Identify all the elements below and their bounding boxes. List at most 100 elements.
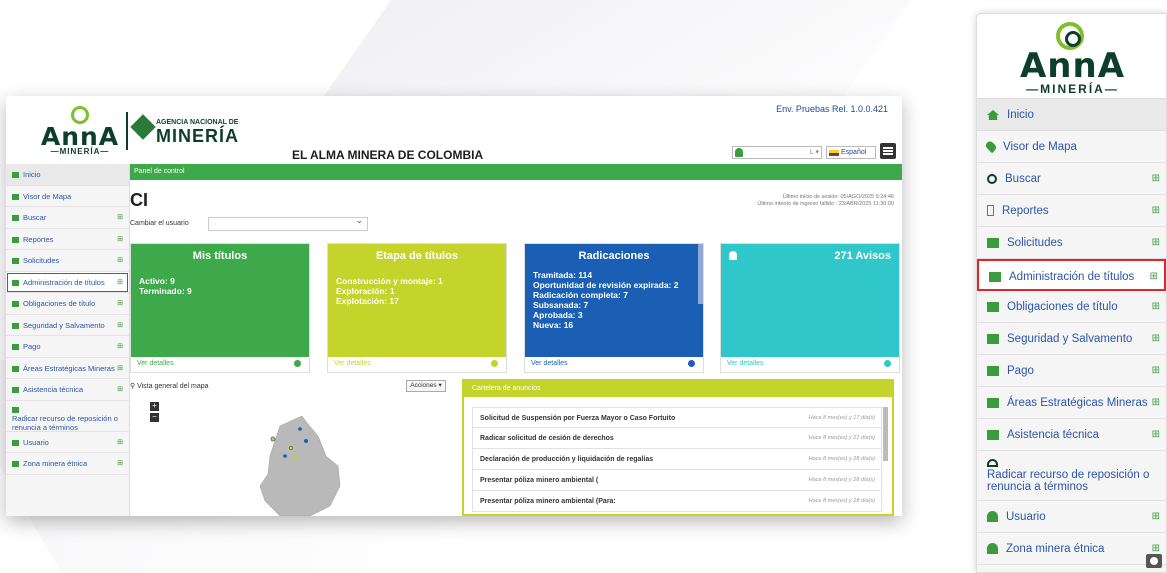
- sidebar-item-administracion-de-titulos[interactable]: Administración de títulos ⊞: [977, 259, 1166, 291]
- map-view[interactable]: + −: [130, 396, 450, 516]
- list-icon: [987, 397, 999, 408]
- bell-icon: [729, 251, 737, 260]
- sidebar-item-buscar[interactable]: Buscar ⊞: [6, 207, 129, 229]
- sidebar-item-obligaciones-de-titulo[interactable]: Obligaciones de título ⊞: [6, 293, 129, 315]
- expand-icon[interactable]: ⊞: [117, 315, 123, 336]
- expand-icon[interactable]: ⊞: [1152, 419, 1160, 451]
- sidebar-item-administracion-de-titulos[interactable]: Administración de títulos ⊞: [6, 271, 129, 293]
- expand-icon[interactable]: ⊞: [117, 229, 123, 250]
- expand-icon[interactable]: ⊞: [1152, 195, 1160, 227]
- footer-label: Ver detalles: [334, 360, 371, 367]
- hamburger-menu-button[interactable]: [880, 143, 896, 159]
- language-label: Español: [841, 149, 867, 156]
- announcement-text: Declaración de producción y liquidación …: [480, 456, 654, 463]
- announcement-time: Hace 8 mes(es) y 28 día(s): [808, 477, 875, 483]
- sidebar-item-asistencia-tecnica[interactable]: Asistencia técnica ⊞: [6, 379, 129, 401]
- sidebar-item-label: Reportes: [23, 234, 54, 244]
- footer-label: Ver detalles: [531, 360, 568, 367]
- page-title: CI: [130, 190, 148, 210]
- expand-icon[interactable]: ⊞: [1152, 387, 1160, 419]
- expand-icon[interactable]: ⊞: [117, 272, 123, 293]
- sidebar-item-label: Asistencia técnica: [1007, 429, 1100, 441]
- expand-icon[interactable]: ⊞: [1152, 227, 1160, 259]
- sidebar-item-inicio[interactable]: Inicio: [6, 164, 129, 186]
- sidebar-item-reportes[interactable]: Reportes ⊞: [977, 195, 1166, 227]
- expand-icon[interactable]: ⊞: [1152, 355, 1160, 387]
- sidebar-item-usuario[interactable]: Usuario ⊞: [6, 432, 129, 453]
- sidebar-item-asistencia-tecnica[interactable]: Asistencia técnica ⊞: [977, 419, 1166, 451]
- change-user-select[interactable]: [208, 215, 368, 231]
- sidebar-item-solicitudes[interactable]: Solicitudes ⊞: [977, 227, 1166, 259]
- card-title: Etapa de títulos: [376, 250, 458, 262]
- expand-icon[interactable]: ⊞: [1152, 501, 1160, 533]
- sidebar-item-label: Solicitudes: [23, 256, 60, 265]
- expand-icon[interactable]: ⊞: [117, 207, 123, 228]
- announcements-scrollbar[interactable]: [883, 407, 888, 461]
- sidebar-item-radicar-recurso[interactable]: Radicar recurso de reposición o renuncia…: [6, 401, 129, 432]
- announcement-row[interactable]: Solicitud de Suspensión por Fuerza Mayor…: [472, 407, 882, 428]
- helmet-icon: [987, 459, 998, 467]
- grid-icon: [12, 301, 19, 308]
- sidebar-item-label: Administración de títulos: [1009, 271, 1135, 283]
- users-icon: [12, 461, 19, 468]
- sidebar-item-label: Zona minera étnica: [23, 459, 88, 468]
- user-selector[interactable]: L ▾: [732, 146, 822, 159]
- user-icon: [12, 439, 19, 446]
- announcement-text: Radicar solicitud de cesión de derechos: [480, 435, 614, 442]
- sidebar-item-areas-estrategicas-mineras[interactable]: Áreas Estratégicas Mineras ⊞: [977, 387, 1166, 419]
- sidebar-item-reportes[interactable]: Reportes ⊞: [6, 229, 129, 250]
- ver-detalles-link[interactable]: Ver detalles: [721, 355, 899, 372]
- list-icon: [987, 429, 999, 440]
- expand-icon[interactable]: ⊞: [117, 432, 123, 453]
- expand-icon[interactable]: ⊞: [117, 453, 123, 474]
- sidebar-item-pago[interactable]: Pago ⊞: [6, 336, 129, 358]
- sidebar-item-zona-minera-etnica[interactable]: Zona minera étnica ⊞: [6, 453, 129, 475]
- card-scrollbar[interactable]: [698, 244, 703, 304]
- expand-icon[interactable]: ⊞: [1152, 323, 1160, 355]
- sidebar-item-label: Obligaciones de título: [1007, 301, 1118, 313]
- expand-icon[interactable]: ⊞: [117, 250, 123, 271]
- sidebar-item-visor-de-mapa[interactable]: Visor de Mapa: [6, 186, 129, 207]
- expand-icon[interactable]: ⊞: [117, 336, 123, 357]
- sidebar-item-usuario[interactable]: Usuario ⊞: [977, 501, 1166, 533]
- acciones-button[interactable]: Acciones ▾: [406, 380, 446, 392]
- sidebar-item-obligaciones-de-titulo[interactable]: Obligaciones de título ⊞: [977, 291, 1166, 323]
- announcement-row[interactable]: Presentar póliza minero ambiental (Hace …: [472, 470, 882, 491]
- card-line: Exploración: 1: [336, 286, 395, 296]
- sidebar-item-pago[interactable]: Pago ⊞: [977, 355, 1166, 387]
- ver-detalles-link[interactable]: Ver detalles: [131, 355, 309, 372]
- sidebar-item-areas-estrategicas-mineras[interactable]: Áreas Estratégicas Mineras ⊞: [6, 358, 129, 379]
- sidebar-item-buscar[interactable]: Buscar ⊞: [977, 163, 1166, 195]
- sidebar-item-visor-de-mapa[interactable]: Visor de Mapa: [977, 131, 1166, 163]
- collapse-sidebar-button[interactable]: [1146, 554, 1162, 568]
- anna-logo-sub: —MINERÍA—: [1026, 82, 1119, 96]
- sidebar-item-solicitudes[interactable]: Solicitudes ⊞: [6, 250, 129, 272]
- sidebar-item-inicio[interactable]: Inicio: [977, 99, 1166, 131]
- announcement-row[interactable]: Presentar póliza minero ambiental (Para:…: [472, 491, 882, 512]
- announcement-row[interactable]: Declaración de producción y liquidación …: [472, 449, 882, 470]
- announcement-row[interactable]: Radicar solicitud de cesión de derechos H…: [472, 428, 882, 449]
- expand-icon[interactable]: ⊞: [1152, 163, 1160, 195]
- sidebar-item-seguridad-y-salvamento[interactable]: Seguridad y Salvamento ⊞: [977, 323, 1166, 355]
- card-line: Oportunidad de revisión expirada: 2: [533, 280, 679, 290]
- header: AnnA —MINERÍA— AGENCIA NACIONAL DE MINER…: [6, 96, 902, 164]
- list-icon: [12, 365, 19, 372]
- expand-icon[interactable]: ⊞: [117, 358, 123, 379]
- sidebar-item-label: Asistencia técnica: [23, 385, 84, 394]
- sidebar-item-seguridad-y-salvamento[interactable]: Seguridad y Salvamento ⊞: [6, 315, 129, 336]
- expand-icon[interactable]: ⊞: [1150, 261, 1158, 293]
- sidebar-item-zona-minera-etnica[interactable]: Zona minera étnica ⊞: [977, 533, 1166, 565]
- ver-detalles-link[interactable]: Ver detalles: [525, 355, 703, 372]
- announcement-time: Hace 8 mes(es) y 28 día(s): [808, 498, 875, 504]
- expand-icon[interactable]: ⊞: [117, 293, 123, 314]
- ver-detalles-link[interactable]: Ver detalles: [328, 355, 506, 372]
- grid-icon: [987, 237, 999, 248]
- expand-icon[interactable]: ⊞: [117, 379, 123, 400]
- language-selector[interactable]: Español: [826, 146, 876, 159]
- map-title: ⚲ Vista general del mapa: [130, 382, 209, 390]
- sidebar-item-radicar-recurso[interactable]: Radicar recurso de reposición o renuncia…: [977, 451, 1166, 501]
- arrow-circle-icon: [491, 360, 498, 367]
- card-etapa-de-titulos: Etapa de títulos Construcción y montaje:…: [327, 243, 507, 373]
- card-radicaciones: Radicaciones Tramitada: 114 Oportunidad …: [524, 243, 704, 373]
- expand-icon[interactable]: ⊞: [1152, 291, 1160, 323]
